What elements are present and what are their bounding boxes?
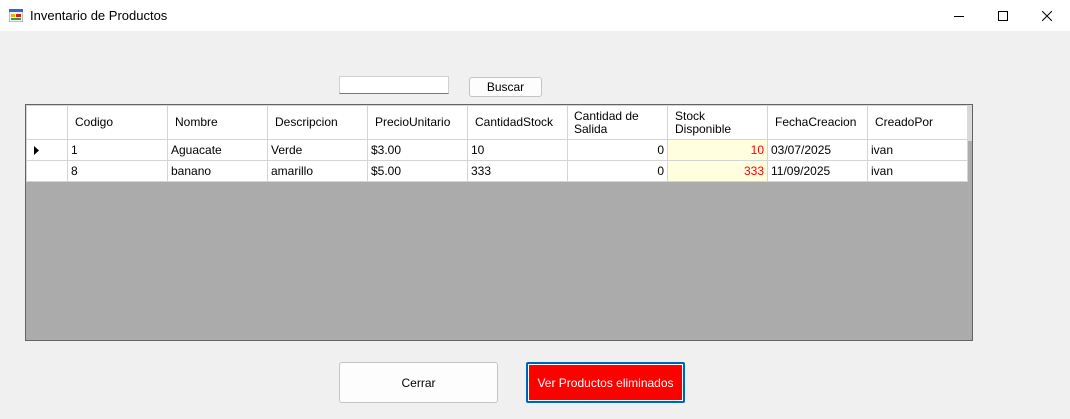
column-header-nombre[interactable]: Nombre — [167, 105, 268, 140]
app-form-icon — [9, 9, 23, 22]
cell-cantidad-salida[interactable]: 0 — [567, 160, 668, 182]
cell-nombre[interactable]: banano — [167, 160, 268, 182]
view-deleted-products-label: Ver Productos eliminados — [528, 364, 683, 401]
cell-cantidad-stock[interactable]: 10 — [467, 139, 568, 161]
cell-cantidad-stock[interactable]: 333 — [467, 160, 568, 182]
window-title: Inventario de Productos — [30, 8, 168, 23]
cell-precio[interactable]: $3.00 — [367, 139, 468, 161]
cell-cantidad-salida[interactable]: 0 — [567, 139, 668, 161]
close-icon — [1042, 10, 1052, 21]
cell-creado-por[interactable]: ivan — [867, 139, 968, 161]
column-header-stock-disponible[interactable]: Stock Disponible — [667, 105, 768, 140]
title-bar: Inventario de Productos — [0, 0, 1070, 31]
table-row[interactable]: 8 banano amarillo $5.00 333 0 333 11/09/… — [26, 160, 968, 182]
column-header-fechacreacion[interactable]: FechaCreacion — [767, 105, 868, 140]
row-selector-arrow-icon — [34, 146, 39, 156]
corner-header-cell[interactable] — [26, 105, 68, 140]
cell-descripcion[interactable]: Verde — [267, 139, 368, 161]
cell-fecha[interactable]: 03/07/2025 — [767, 139, 868, 161]
header-row: Codigo Nombre Descripcion PrecioUnitario… — [26, 105, 968, 140]
close-window-button[interactable] — [1024, 0, 1070, 31]
cell-codigo[interactable]: 8 — [67, 160, 168, 182]
cell-fecha[interactable]: 11/09/2025 — [767, 160, 868, 182]
close-button[interactable]: Cerrar — [339, 362, 498, 403]
products-table: Codigo Nombre Descripcion PrecioUnitario… — [26, 105, 968, 182]
row-header-cell[interactable] — [26, 160, 68, 182]
vertical-scrollbar-stub[interactable] — [967, 105, 972, 141]
minimize-icon — [954, 15, 964, 17]
maximize-icon — [998, 10, 1008, 21]
cell-codigo[interactable]: 1 — [67, 139, 168, 161]
row-header-cell[interactable] — [26, 139, 68, 161]
column-header-codigo[interactable]: Codigo — [67, 105, 168, 140]
column-header-descripcion[interactable]: Descripcion — [267, 105, 368, 140]
products-data-grid[interactable]: Codigo Nombre Descripcion PrecioUnitario… — [25, 104, 973, 341]
search-input[interactable] — [339, 76, 449, 94]
cell-stock-disponible[interactable]: 333 — [667, 160, 768, 182]
column-header-cantidad-salida[interactable]: Cantidad de Salida — [567, 105, 668, 140]
column-header-preciounitario[interactable]: PrecioUnitario — [367, 105, 468, 140]
maximize-button[interactable] — [980, 0, 1026, 31]
view-deleted-products-button[interactable]: Ver Productos eliminados — [526, 362, 685, 403]
cell-stock-disponible[interactable]: 10 — [667, 139, 768, 161]
cell-precio[interactable]: $5.00 — [367, 160, 468, 182]
minimize-button[interactable] — [936, 0, 982, 31]
cell-nombre[interactable]: Aguacate — [167, 139, 268, 161]
column-header-creadopor[interactable]: CreadoPor — [867, 105, 968, 140]
column-header-cantidadstock[interactable]: CantidadStock — [467, 105, 568, 140]
table-row[interactable]: 1 Aguacate Verde $3.00 10 0 10 03/07/202… — [26, 139, 968, 161]
search-button[interactable]: Buscar — [469, 77, 542, 97]
cell-descripcion[interactable]: amarillo — [267, 160, 368, 182]
cell-creado-por[interactable]: ivan — [867, 160, 968, 182]
